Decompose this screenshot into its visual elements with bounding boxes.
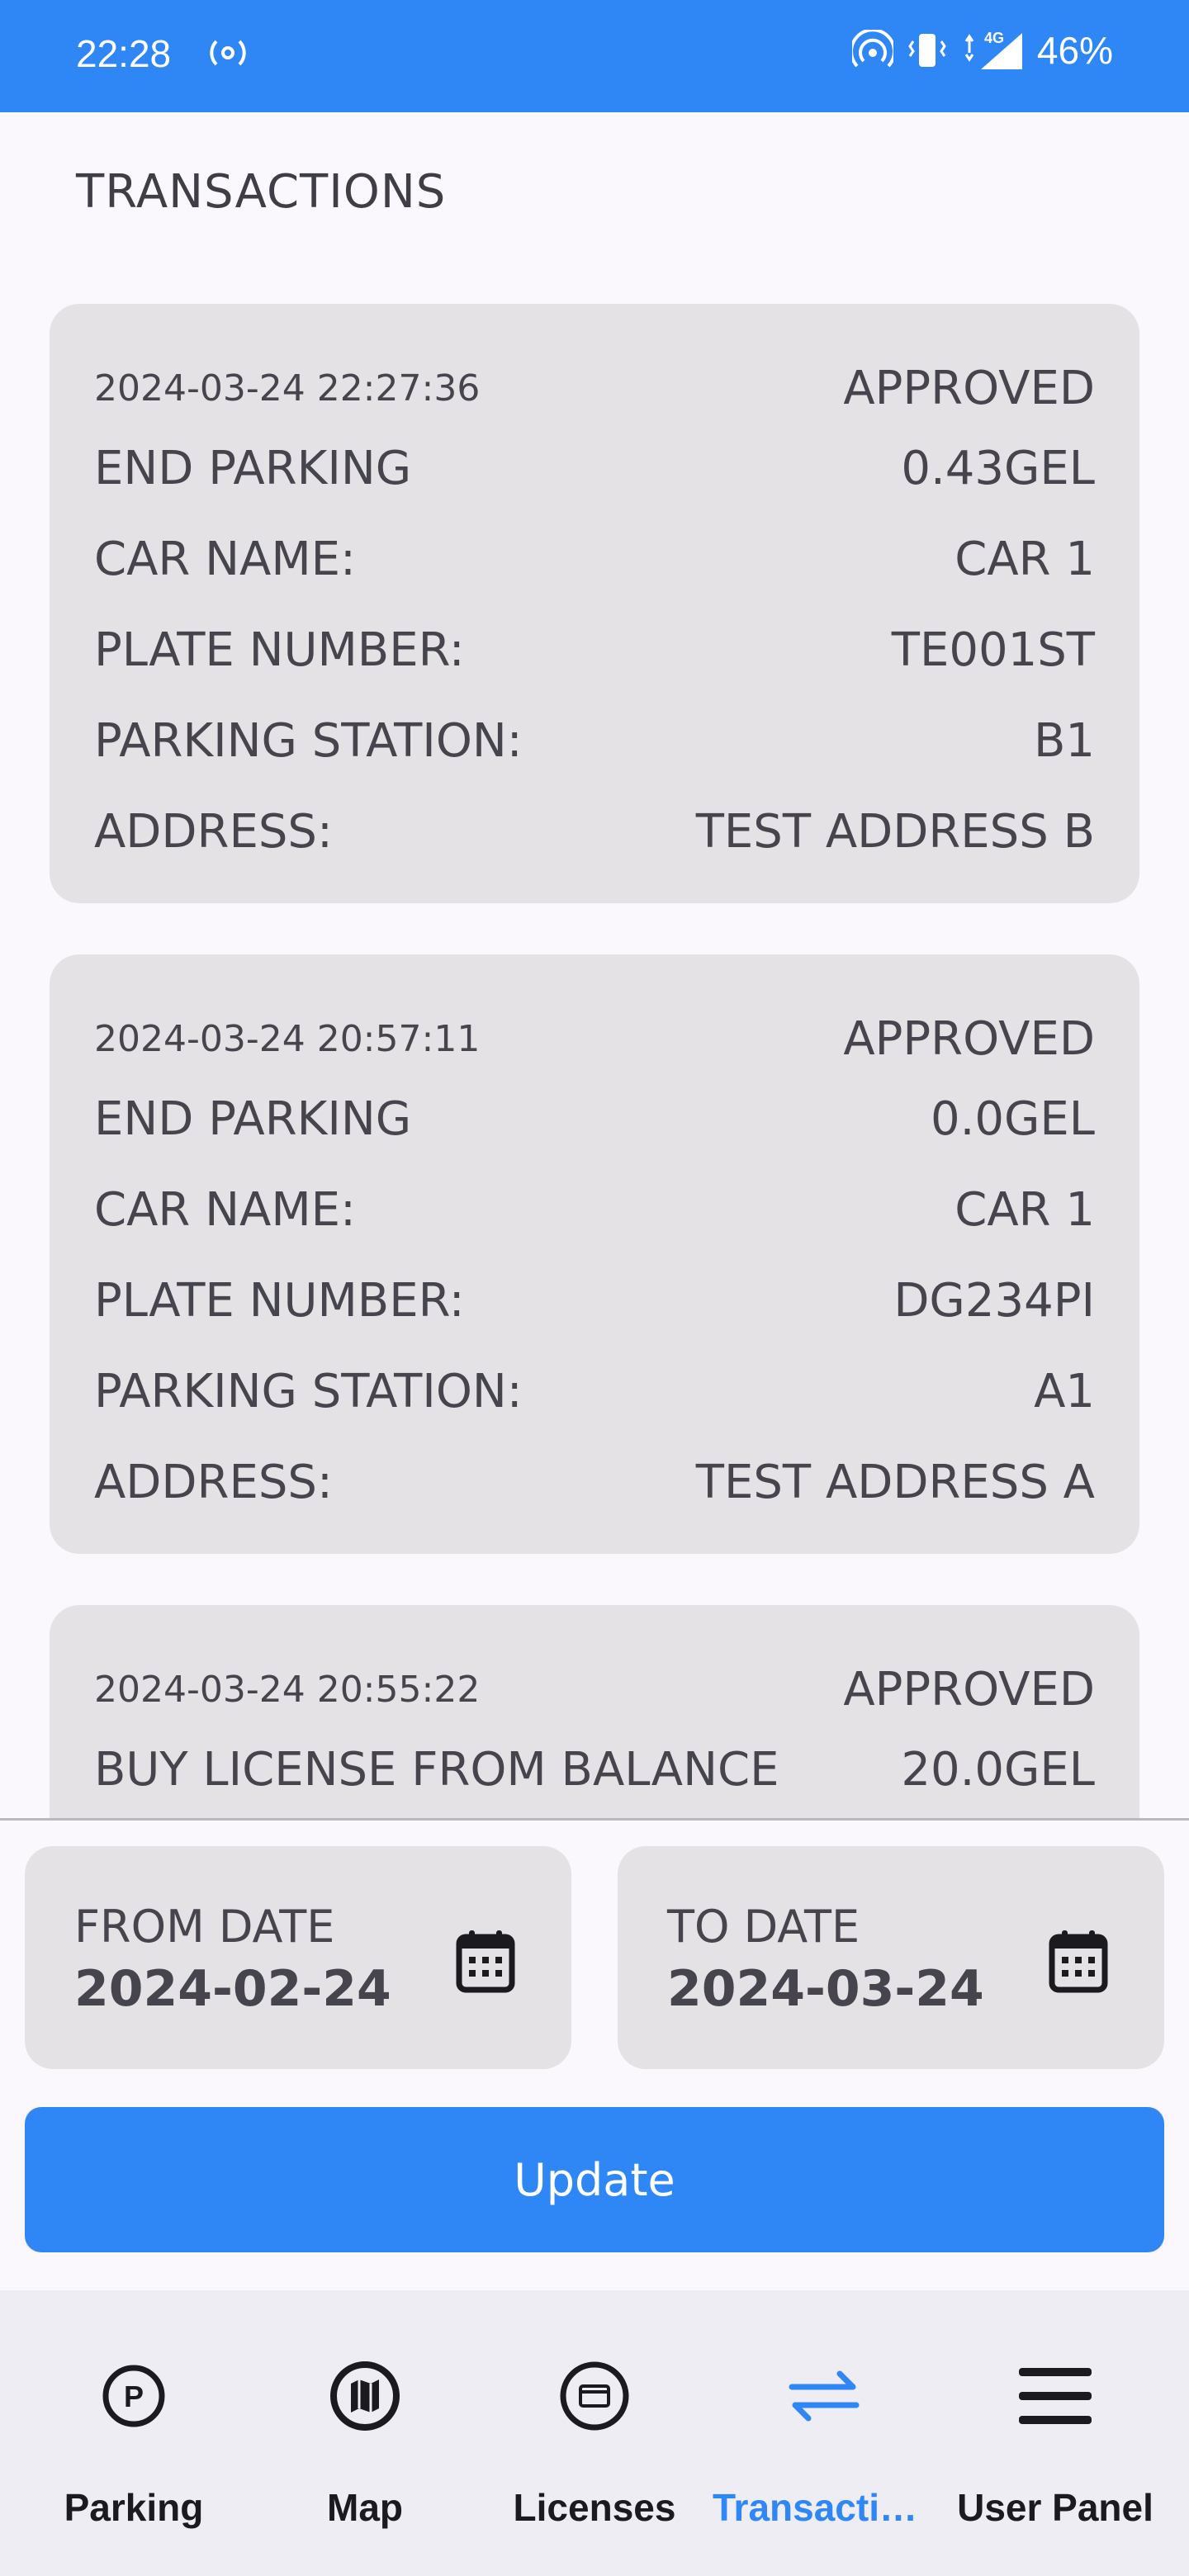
status-bar: 22:28 4G 46% [0,0,1189,112]
transaction-type: END PARKING [94,441,412,495]
nav-item-transactions[interactable]: Transactions [708,2290,940,2576]
parking-station-row: PARKING STATION: B1 [94,695,1095,786]
transaction-timestamp: 2024-03-24 20:57:11 [94,1017,481,1060]
transaction-type-row: BUY LICENSE FROM BALANCE 20.0GEL [94,1724,1095,1815]
transaction-type: END PARKING [94,1091,412,1146]
nav-item-user-panel[interactable]: User Panel [940,2290,1171,2576]
transaction-status: APPROVED [843,1011,1095,1066]
menu-icon [1017,2338,1093,2454]
plate-number-row: PLATE NUMBER: DG234PI [94,1255,1095,1346]
plate-number-value: TE001ST [891,623,1095,677]
nfc-signal-icon [851,30,893,71]
transaction-type-row: END PARKING 0.0GEL [94,1073,1095,1164]
signal-4g-icon: 4G [961,30,1024,71]
hotspot-icon [206,36,249,78]
nav-item-licenses[interactable]: Licenses [479,2290,710,2576]
to-date-picker[interactable]: TO DATE 2024-03-24 [618,1846,1164,2069]
vibrate-icon [907,30,948,71]
address-label: ADDRESS: [94,804,333,859]
transaction-header: 2024-03-24 22:27:36 APPROVED [94,353,1095,423]
map-icon [328,2338,402,2454]
transaction-header: 2024-03-24 20:55:22 APPROVED [94,1655,1095,1724]
parking-station-row: PARKING STATION: A1 [94,1346,1095,1437]
parking-station-label: PARKING STATION: [94,1364,523,1418]
car-name-row: CAR NAME: CAR 1 [94,514,1095,604]
from-date-value: 2024-02-24 [74,1960,391,2018]
nav-label-map: Map [327,2486,403,2529]
swap-arrows-icon [787,2338,861,2454]
network-label: 4G [984,30,1004,46]
transaction-card[interactable]: 2024-03-24 20:57:11 APPROVED END PARKING… [50,954,1139,1554]
svg-text:P: P [124,2379,144,2413]
transactions-list[interactable]: 2024-03-24 22:27:36 APPROVED END PARKING… [0,297,1189,1818]
transaction-card[interactable]: 2024-03-24 20:55:22 APPROVED BUY LICENSE… [50,1605,1139,1818]
transaction-status: APPROVED [843,1662,1095,1717]
address-value: TEST ADDRESS A [695,1455,1095,1509]
transaction-amount: 0.43GEL [901,441,1095,495]
update-button[interactable]: Update [25,2107,1164,2252]
nav-label-parking: Parking [64,2486,204,2529]
nav-item-parking[interactable]: P Parking [18,2290,249,2576]
parking-station-label: PARKING STATION: [94,713,523,768]
plate-number-row: PLATE NUMBER: TE001ST [94,604,1095,695]
list-divider [0,1818,1189,1821]
transaction-header: 2024-03-24 20:57:11 APPROVED [94,1004,1095,1073]
transaction-status: APPROVED [843,361,1095,415]
plate-number-label: PLATE NUMBER: [94,1273,465,1328]
nav-label-transactions: Transactions [713,2486,936,2529]
address-row: ADDRESS: TEST ADDRESS B [94,786,1095,877]
address-label: ADDRESS: [94,1455,333,1509]
transaction-amount: 20.0GEL [901,1742,1095,1797]
parking-station-value: A1 [1034,1364,1095,1418]
address-row: ADDRESS: TEST ADDRESS A [94,1437,1095,1527]
car-name-label: CAR NAME: [94,1182,356,1237]
plate-number-value: DG234PI [893,1273,1095,1328]
calendar-icon[interactable] [456,1929,515,1996]
bottom-navigation: P Parking Map Licenses Transactions User… [0,2290,1189,2576]
car-name-value: CAR 1 [955,1182,1095,1237]
status-time: 22:28 [76,32,172,75]
address-value: TEST ADDRESS B [695,804,1095,859]
transaction-card[interactable]: 2024-03-24 22:27:36 APPROVED END PARKING… [50,304,1139,903]
car-name-label: CAR NAME: [94,532,356,586]
transaction-timestamp: 2024-03-24 20:55:22 [94,1668,481,1711]
nav-item-map[interactable]: Map [249,2290,481,2576]
to-date-value: 2024-03-24 [667,1960,984,2018]
transaction-type: BUY LICENSE FROM BALANCE [94,1742,779,1797]
parking-station-value: B1 [1033,713,1095,768]
calendar-icon[interactable] [1049,1929,1108,1996]
battery-level: 46% [1036,29,1113,72]
parking-icon: P [101,2338,167,2454]
license-card-icon [557,2338,632,2454]
car-name-value: CAR 1 [955,532,1095,586]
plate-number-label: PLATE NUMBER: [94,623,465,677]
transaction-amount: 0.0GEL [930,1091,1095,1146]
transaction-timestamp: 2024-03-24 22:27:36 [94,367,481,410]
page-title: TRANSACTIONS [76,165,447,219]
nav-label-licenses: Licenses [513,2486,676,2529]
car-name-row: CAR NAME: CAR 1 [94,1164,1095,1255]
from-date-picker[interactable]: FROM DATE 2024-02-24 [25,1846,571,2069]
to-date-label: TO DATE [667,1901,860,1953]
nav-label-user-panel: User Panel [957,2486,1153,2529]
from-date-label: FROM DATE [74,1901,335,1953]
transaction-type-row: END PARKING 0.43GEL [94,423,1095,514]
